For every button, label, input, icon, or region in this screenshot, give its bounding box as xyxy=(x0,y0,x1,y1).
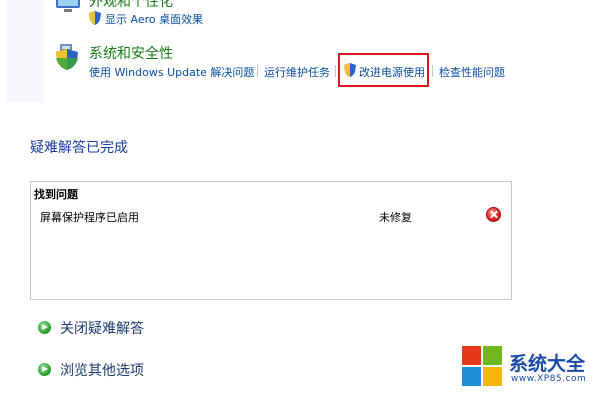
error-x-icon xyxy=(486,207,501,222)
check-performance-link[interactable]: 检查性能问题 xyxy=(439,64,505,80)
troubleshooting-title: 疑难解答已完成 xyxy=(30,140,128,156)
system-security-icon xyxy=(56,44,78,70)
link-separator xyxy=(432,65,433,77)
windows-logo-icon xyxy=(462,346,502,386)
green-arrow-icon xyxy=(38,363,51,376)
explore-other-options-link[interactable]: 浏览其他选项 xyxy=(38,361,168,379)
explore-other-options-label: 浏览其他选项 xyxy=(60,363,144,379)
aero-desktop-link[interactable]: 显示 Aero 桌面效果 xyxy=(105,11,203,27)
link-separator xyxy=(257,65,258,77)
appearance-category-title[interactable]: 外观和个性化 xyxy=(89,0,173,11)
watermark-name: 系统大全 xyxy=(509,353,586,375)
problems-found-panel: 找到问题 屏幕保护程序已启用 未修复 xyxy=(30,181,512,300)
watermark-url: www.XP85.com xyxy=(511,374,587,384)
link-separator xyxy=(335,65,336,77)
watermark-logo: 系统大全 www.XP85.com xyxy=(462,346,600,395)
problem-name: 屏幕保护程序已启用 xyxy=(40,211,139,224)
red-highlight-box xyxy=(338,53,429,87)
close-troubleshooter-label: 关闭疑难解答 xyxy=(60,321,144,337)
run-maintenance-link[interactable]: 运行维护任务 xyxy=(264,64,330,80)
close-troubleshooter-link[interactable]: 关闭疑难解答 xyxy=(38,319,168,337)
green-arrow-icon xyxy=(38,321,51,334)
appearance-icon xyxy=(56,0,80,12)
uac-shield-icon xyxy=(89,11,101,25)
problems-header: 找到问题 xyxy=(34,188,78,201)
system-security-category-title[interactable]: 系统和安全性 xyxy=(89,43,173,63)
windows-update-troubleshoot-link[interactable]: 使用 Windows Update 解决问题 xyxy=(89,64,254,80)
problem-status: 未修复 xyxy=(379,211,412,224)
